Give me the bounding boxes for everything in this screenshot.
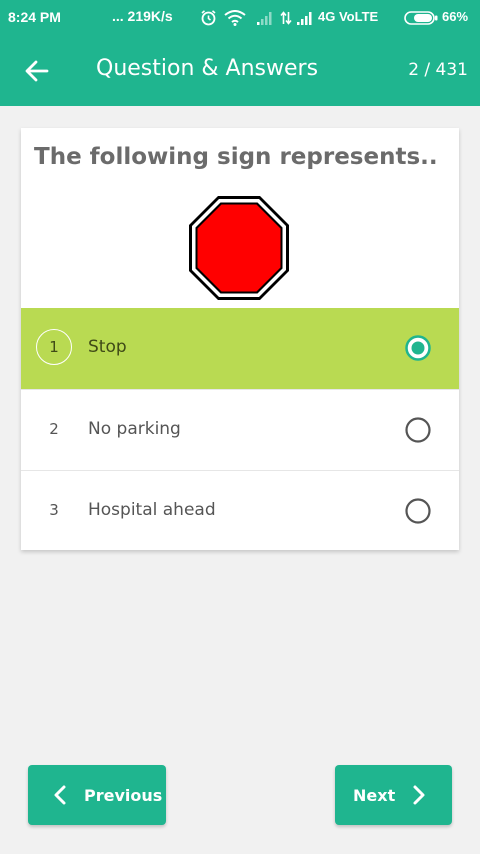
page-title: Question & Answers <box>96 56 319 81</box>
previous-label: Previous <box>84 786 163 805</box>
radio-checked-icon[interactable] <box>405 335 431 361</box>
signal-weak-icon <box>257 12 272 25</box>
status-network-speed: ... 219K/s <box>112 8 173 24</box>
option-number: 3 <box>49 501 59 519</box>
status-network-type: 4G VoLTE <box>318 9 379 24</box>
next-label: Next <box>353 786 396 805</box>
option-number: 1 <box>36 329 72 365</box>
option-label: Hospital ahead <box>88 500 216 520</box>
radio-unchecked-icon[interactable] <box>405 417 431 443</box>
next-button[interactable]: Next <box>335 765 452 825</box>
back-arrow-icon[interactable] <box>22 56 52 86</box>
previous-button[interactable]: Previous <box>28 765 166 825</box>
option-hospital-ahead[interactable]: 3 Hospital ahead <box>21 470 459 551</box>
wifi-icon <box>224 10 246 26</box>
question-card: The following sign represents.. 1 Stop 2… <box>21 128 459 550</box>
chevron-right-icon <box>413 785 425 805</box>
question-text: The following sign represents.. <box>34 144 438 170</box>
status-bar: 8:24 PM ... 219K/s 4G VoLTE 66% <box>0 0 480 36</box>
option-label: No parking <box>88 419 181 439</box>
alarm-icon <box>201 10 216 26</box>
stop-sign-image <box>189 196 289 300</box>
battery-icon <box>404 11 438 25</box>
option-label: Stop <box>88 337 127 357</box>
answer-options: 1 Stop 2 No parking 3 Hospital ahead <box>21 308 459 551</box>
signal-strength-icon <box>297 12 312 25</box>
question-counter: 2 / 431 <box>408 60 468 80</box>
app-bar: Question & Answers 2 / 431 <box>0 36 480 106</box>
data-transfer-icon <box>280 11 292 25</box>
option-no-parking[interactable]: 2 No parking <box>21 389 459 470</box>
option-number: 2 <box>49 420 59 438</box>
battery-percent: 66% <box>442 9 469 24</box>
chevron-left-icon <box>54 785 66 805</box>
option-stop[interactable]: 1 Stop <box>21 308 459 389</box>
status-time: 8:24 PM <box>8 9 61 25</box>
radio-unchecked-icon[interactable] <box>405 498 431 524</box>
